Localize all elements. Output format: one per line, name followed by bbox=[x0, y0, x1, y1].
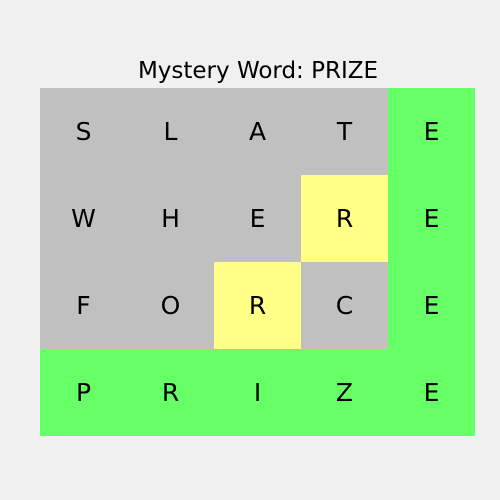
tile: R bbox=[127, 349, 214, 436]
guess-board: S L A T E W H E R E F O R C E P R I Z E bbox=[40, 88, 475, 436]
tile: O bbox=[127, 262, 214, 349]
tile: R bbox=[214, 262, 301, 349]
tile: P bbox=[40, 349, 127, 436]
game-screen: Mystery Word: PRIZE S L A T E W H E R E … bbox=[0, 0, 500, 500]
tile: S bbox=[40, 88, 127, 175]
tile: I bbox=[214, 349, 301, 436]
tile: W bbox=[40, 175, 127, 262]
tile: E bbox=[388, 175, 475, 262]
tile: E bbox=[388, 262, 475, 349]
tile: T bbox=[301, 88, 388, 175]
tile: Z bbox=[301, 349, 388, 436]
tile: E bbox=[388, 88, 475, 175]
tile: C bbox=[301, 262, 388, 349]
tile: L bbox=[127, 88, 214, 175]
tile: R bbox=[301, 175, 388, 262]
tile: F bbox=[40, 262, 127, 349]
tile: E bbox=[214, 175, 301, 262]
tile: E bbox=[388, 349, 475, 436]
tile: H bbox=[127, 175, 214, 262]
page-title: Mystery Word: PRIZE bbox=[137, 58, 379, 84]
tile: A bbox=[214, 88, 301, 175]
